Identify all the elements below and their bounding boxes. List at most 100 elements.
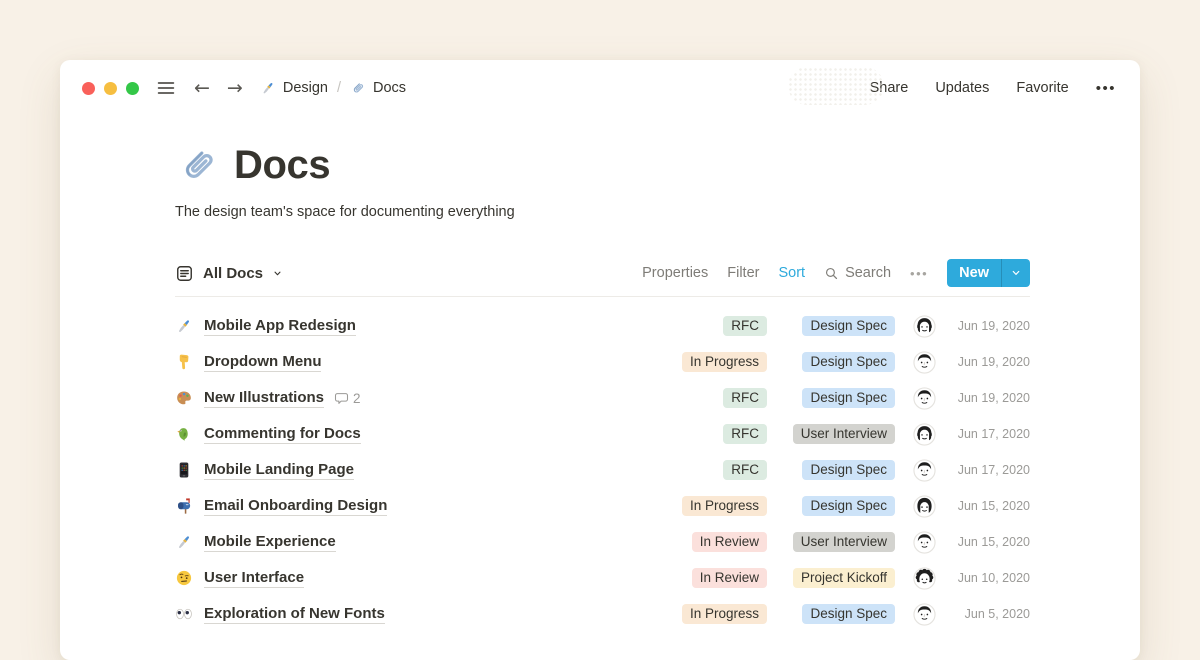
search-label: Search [845, 265, 891, 281]
doc-title-link[interactable]: User Interface [204, 568, 304, 588]
doc-type-tag: Design Spec [802, 496, 895, 516]
doc-title-link[interactable]: Email Onboarding Design [204, 496, 387, 516]
paperclip-icon [350, 80, 366, 96]
avatar-man [913, 459, 936, 482]
avatar-woman-bob [913, 495, 936, 518]
status-tag: In Review [692, 568, 767, 588]
doc-type-tag: User Interview [793, 424, 895, 444]
doc-type-tag: Design Spec [802, 352, 895, 372]
row-date: Jun 15, 2020 [958, 499, 1030, 513]
breadcrumb-item-docs[interactable]: Docs [350, 80, 406, 96]
comment-indicator: 2 [334, 391, 361, 406]
page-title-row: Docs [175, 141, 1030, 189]
avatar-woman-headphones [913, 315, 936, 338]
history-nav: ← → [194, 79, 243, 98]
sidebar-toggle-button[interactable] [156, 78, 176, 98]
row-date: Jun 17, 2020 [958, 427, 1030, 441]
hamburger-icon [156, 78, 176, 98]
avatar-man [913, 531, 936, 554]
filter-button[interactable]: Filter [727, 265, 759, 281]
breadcrumb-label: Docs [373, 80, 406, 96]
mailbox-icon [175, 497, 193, 515]
properties-button[interactable]: Properties [642, 265, 708, 281]
minimize-window-button[interactable] [104, 82, 117, 95]
row-date: Jun 10, 2020 [958, 571, 1030, 585]
table-row[interactable]: Email Onboarding Design In Progress Desi… [175, 488, 1030, 524]
table-row[interactable]: Commenting for Docs RFC User Interview J… [175, 416, 1030, 452]
doc-title-link[interactable]: Mobile App Redesign [204, 316, 356, 336]
page-content: Docs The design team's space for documen… [60, 141, 1140, 632]
doc-title-link[interactable]: Exploration of New Fonts [204, 604, 385, 624]
chevron-down-icon [272, 268, 283, 279]
avatar-woman-headphones [913, 423, 936, 446]
face-raised-eyebrow-icon [175, 569, 193, 587]
back-arrow-button[interactable]: ← [194, 79, 210, 98]
doc-list-icon [175, 264, 194, 283]
row-date: Jun 5, 2020 [965, 607, 1030, 621]
row-date: Jun 15, 2020 [958, 535, 1030, 549]
forward-arrow-button[interactable]: → [227, 79, 243, 98]
status-tag: RFC [723, 424, 767, 444]
traffic-lights [82, 82, 139, 95]
row-date: Jun 19, 2020 [958, 391, 1030, 405]
breadcrumb-label: Design [283, 80, 328, 96]
page-subtitle: The design team's space for documenting … [175, 202, 1030, 222]
window-header: ← → Design / Docs Share Updates Favorite… [60, 60, 1140, 108]
doc-type-tag: Design Spec [802, 316, 895, 336]
window-menu: Share Updates Favorite ••• [870, 80, 1116, 97]
comment-bubble-icon [334, 391, 349, 406]
avatar-man [913, 387, 936, 410]
view-toolbar: All Docs Properties Filter Sort Search •… [175, 259, 1030, 287]
palette-icon [175, 389, 193, 407]
new-dropdown-button[interactable] [1002, 259, 1030, 287]
comment-count: 2 [353, 391, 361, 406]
avatar-woman-curly [913, 567, 936, 590]
doc-title-link[interactable]: Dropdown Menu [204, 352, 321, 372]
table-row[interactable]: Mobile App Redesign RFC Design Spec Jun … [175, 308, 1030, 344]
more-options-button[interactable]: ••• [1096, 80, 1116, 97]
row-date: Jun 19, 2020 [958, 319, 1030, 333]
parrot-icon [175, 425, 193, 443]
doc-title-link[interactable]: Mobile Landing Page [204, 460, 354, 480]
doc-type-tag: User Interview [793, 532, 895, 552]
app-window: ← → Design / Docs Share Updates Favorite… [60, 60, 1140, 660]
status-tag: In Progress [682, 604, 767, 624]
table-row[interactable]: Mobile Landing Page RFC Design Spec Jun … [175, 452, 1030, 488]
status-tag: RFC [723, 460, 767, 480]
table-row[interactable]: New Illustrations 2 RFC Design Spec Jun … [175, 380, 1030, 416]
new-button-label[interactable]: New [947, 259, 1001, 287]
row-date: Jun 19, 2020 [958, 355, 1030, 369]
close-window-button[interactable] [82, 82, 95, 95]
zoom-window-button[interactable] [126, 82, 139, 95]
doc-title-link[interactable]: Mobile Experience [204, 532, 336, 552]
doc-title-link[interactable]: Commenting for Docs [204, 424, 361, 444]
status-tag: RFC [723, 316, 767, 336]
status-tag: In Progress [682, 352, 767, 372]
new-button[interactable]: New [947, 259, 1030, 287]
mobile-phone-icon [175, 461, 193, 479]
paintbrush-icon [175, 317, 193, 335]
doc-type-tag: Design Spec [802, 460, 895, 480]
doc-table: Mobile App Redesign RFC Design Spec Jun … [175, 308, 1030, 632]
table-row[interactable]: User Interface In Review Project Kickoff… [175, 560, 1030, 596]
search-button[interactable]: Search [824, 265, 891, 281]
sort-button[interactable]: Sort [778, 265, 805, 281]
table-row[interactable]: Exploration of New Fonts In Progress Des… [175, 596, 1030, 632]
chevron-down-icon [1010, 267, 1022, 279]
breadcrumb-item-design[interactable]: Design [260, 80, 328, 96]
table-row[interactable]: Mobile Experience In Review User Intervi… [175, 524, 1030, 560]
toolbar-actions: Properties Filter Sort Search ••• New [642, 259, 1030, 287]
breadcrumb-separator: / [337, 80, 341, 96]
paperclip-icon [175, 142, 221, 188]
doc-type-tag: Design Spec [802, 388, 895, 408]
toolbar-more-button[interactable]: ••• [910, 266, 928, 281]
breadcrumb: Design / Docs [260, 80, 406, 96]
doc-title-link[interactable]: New Illustrations [204, 388, 324, 408]
toolbar-divider [175, 296, 1030, 297]
updates-button[interactable]: Updates [935, 80, 989, 96]
table-row[interactable]: Dropdown Menu In Progress Design Spec Ju… [175, 344, 1030, 380]
status-tag: In Review [692, 532, 767, 552]
row-date: Jun 17, 2020 [958, 463, 1030, 477]
view-selector[interactable]: All Docs [175, 264, 283, 283]
favorite-button[interactable]: Favorite [1016, 80, 1068, 96]
